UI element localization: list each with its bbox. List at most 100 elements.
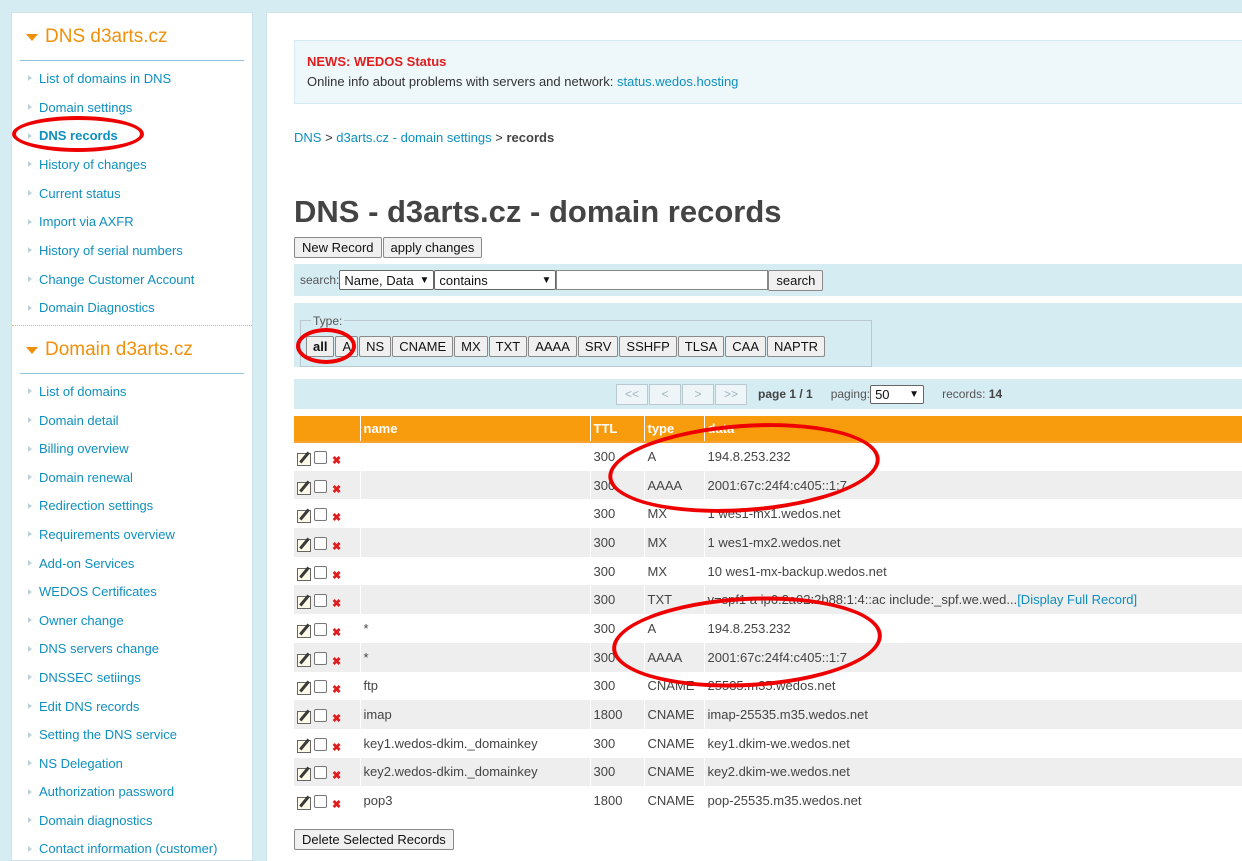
sidebar-item-label[interactable]: DNS records bbox=[39, 128, 118, 143]
sidebar-item-label[interactable]: Current status bbox=[39, 186, 121, 201]
sidebar-item-requirements-overview[interactable]: Requirements overview bbox=[20, 520, 244, 549]
sidebar-item-label[interactable]: Add-on Services bbox=[39, 556, 134, 571]
sidebar-item-label[interactable]: Setting the DNS service bbox=[39, 727, 177, 742]
sidebar-item-label[interactable]: Contact information (customer) bbox=[39, 841, 217, 856]
search-field-select[interactable]: Name, Data ▼ bbox=[339, 270, 435, 290]
sidebar-item-list-of-domains[interactable]: List of domains bbox=[20, 377, 244, 406]
sidebar-item-contact-information-customer[interactable]: Contact information (customer) bbox=[20, 835, 244, 860]
row-checkbox[interactable] bbox=[314, 795, 327, 809]
col-ttl[interactable]: TTL bbox=[590, 416, 645, 443]
prev-page-button[interactable]: < bbox=[649, 383, 681, 405]
sidebar-item-redirection-settings[interactable]: Redirection settings bbox=[20, 492, 244, 521]
sidebar-item-label[interactable]: Owner change bbox=[39, 613, 124, 628]
edit-icon[interactable] bbox=[297, 625, 311, 638]
col-name[interactable]: name bbox=[360, 416, 591, 443]
delete-icon[interactable]: ✖ bbox=[332, 741, 341, 754]
delete-icon[interactable]: ✖ bbox=[332, 569, 341, 582]
delete-selected-button[interactable]: Delete Selected Records bbox=[294, 829, 454, 850]
type-filter-sshfp[interactable]: SSHFP bbox=[619, 336, 677, 357]
sidebar-item-label[interactable]: Import via AXFR bbox=[39, 214, 134, 229]
type-filter-a[interactable]: A bbox=[335, 336, 359, 357]
row-checkbox[interactable] bbox=[314, 737, 327, 751]
sidebar-item-edit-dns-records[interactable]: Edit DNS records bbox=[20, 692, 244, 721]
sidebar-item-label[interactable]: Domain detail bbox=[39, 413, 119, 428]
delete-icon[interactable]: ✖ bbox=[332, 626, 341, 639]
row-checkbox[interactable] bbox=[314, 709, 327, 723]
row-checkbox[interactable] bbox=[314, 451, 327, 465]
sidebar-item-domain-settings[interactable]: Domain settings bbox=[20, 93, 244, 122]
sidebar-item-current-status[interactable]: Current status bbox=[20, 179, 244, 208]
display-full-record-link[interactable]: [Display Full Record] bbox=[1017, 592, 1137, 607]
sidebar-item-label[interactable]: Domain settings bbox=[39, 100, 132, 115]
delete-icon[interactable]: ✖ bbox=[332, 483, 341, 496]
edit-icon[interactable] bbox=[297, 653, 311, 667]
sidebar-item-billing-overview[interactable]: Billing overview bbox=[20, 434, 244, 463]
sidebar-item-label[interactable]: Domain diagnostics bbox=[39, 813, 152, 828]
type-filter-mx[interactable]: MX bbox=[454, 336, 488, 357]
edit-icon[interactable] bbox=[297, 739, 311, 753]
sidebar-item-label[interactable]: Domain renewal bbox=[39, 470, 133, 485]
sidebar-item-label[interactable]: DNSSEC setiings bbox=[39, 670, 141, 685]
dns-section-header[interactable]: DNS d3arts.cz bbox=[20, 13, 244, 61]
delete-icon[interactable]: ✖ bbox=[332, 769, 341, 782]
sidebar-item-label[interactable]: List of domains in DNS bbox=[39, 71, 171, 86]
edit-icon[interactable] bbox=[297, 768, 311, 782]
delete-icon[interactable]: ✖ bbox=[332, 683, 341, 696]
search-mode-select[interactable]: contains ▼ bbox=[434, 270, 557, 290]
sidebar-item-import-via-axfr[interactable]: Import via AXFR bbox=[20, 207, 244, 236]
delete-icon[interactable]: ✖ bbox=[332, 655, 341, 668]
row-checkbox[interactable] bbox=[314, 623, 327, 636]
edit-icon[interactable] bbox=[297, 481, 311, 495]
type-filter-txt[interactable]: TXT bbox=[488, 336, 528, 357]
type-filter-cname[interactable]: CNAME bbox=[392, 336, 454, 357]
delete-icon[interactable]: ✖ bbox=[332, 540, 341, 553]
sidebar-item-label[interactable]: WEDOS Certificates bbox=[39, 584, 157, 599]
type-filter-naptr[interactable]: NAPTR bbox=[767, 336, 826, 357]
type-filter-aaaa[interactable]: AAAA bbox=[528, 336, 577, 357]
type-filter-tlsa[interactable]: TLSA bbox=[677, 336, 725, 357]
sidebar-item-label[interactable]: Authorization password bbox=[39, 784, 174, 799]
sidebar-item-label[interactable]: Billing overview bbox=[39, 441, 129, 456]
sidebar-item-owner-change[interactable]: Owner change bbox=[20, 606, 244, 635]
row-checkbox[interactable] bbox=[314, 766, 327, 780]
sidebar-item-domain-diagnostics[interactable]: Domain diagnostics bbox=[20, 806, 244, 835]
sidebar-item-label[interactable]: Domain Diagnostics bbox=[39, 300, 155, 315]
sidebar-item-label[interactable]: Redirection settings bbox=[39, 498, 153, 513]
sidebar-item-add-on-services[interactable]: Add-on Services bbox=[20, 549, 244, 578]
edit-icon[interactable] bbox=[297, 453, 311, 467]
type-filter-ns[interactable]: NS bbox=[359, 336, 392, 357]
row-checkbox[interactable] bbox=[314, 594, 327, 608]
sidebar-item-dnssec-setiings[interactable]: DNSSEC setiings bbox=[20, 663, 244, 692]
type-filter-srv[interactable]: SRV bbox=[577, 336, 619, 357]
sidebar-item-label[interactable]: History of changes bbox=[39, 157, 147, 172]
sidebar-item-change-customer-account[interactable]: Change Customer Account bbox=[20, 265, 244, 294]
sidebar-item-wedos-certificates[interactable]: WEDOS Certificates bbox=[20, 577, 244, 606]
type-filter-all[interactable]: all bbox=[306, 336, 335, 357]
edit-icon[interactable] bbox=[297, 567, 311, 581]
status-link[interactable]: status.wedos.hosting bbox=[617, 74, 738, 89]
new-record-button[interactable]: New Record bbox=[294, 237, 382, 258]
domain-section-header[interactable]: Domain d3arts.cz bbox=[20, 326, 244, 375]
sidebar-item-setting-the-dns-service[interactable]: Setting the DNS service bbox=[20, 720, 244, 749]
delete-icon[interactable]: ✖ bbox=[332, 454, 341, 467]
col-data[interactable]: data bbox=[704, 416, 1242, 443]
sidebar-item-history-of-changes[interactable]: History of changes bbox=[20, 150, 244, 179]
type-filter-caa[interactable]: CAA bbox=[725, 336, 766, 357]
sidebar-item-label[interactable]: List of domains bbox=[39, 384, 126, 399]
apply-changes-button[interactable]: apply changes bbox=[382, 237, 483, 258]
row-checkbox[interactable] bbox=[314, 479, 327, 493]
edit-icon[interactable] bbox=[297, 797, 311, 811]
delete-icon[interactable]: ✖ bbox=[332, 597, 341, 610]
sidebar-item-ns-delegation[interactable]: NS Delegation bbox=[20, 749, 244, 778]
sidebar-item-dns-servers-change[interactable]: DNS servers change bbox=[20, 635, 244, 664]
sidebar-item-label[interactable]: Change Customer Account bbox=[39, 272, 194, 287]
delete-icon[interactable]: ✖ bbox=[332, 798, 341, 811]
next-page-button[interactable]: > bbox=[682, 383, 714, 405]
breadcrumb-dns[interactable]: DNS bbox=[294, 130, 321, 145]
paging-select[interactable]: 50 ▼ bbox=[870, 384, 925, 404]
row-checkbox[interactable] bbox=[314, 536, 327, 550]
sidebar-item-dns-records[interactable]: DNS records bbox=[20, 121, 244, 150]
edit-icon[interactable] bbox=[297, 538, 311, 552]
edit-icon[interactable] bbox=[297, 682, 311, 696]
last-page-button[interactable]: >> bbox=[715, 383, 747, 405]
